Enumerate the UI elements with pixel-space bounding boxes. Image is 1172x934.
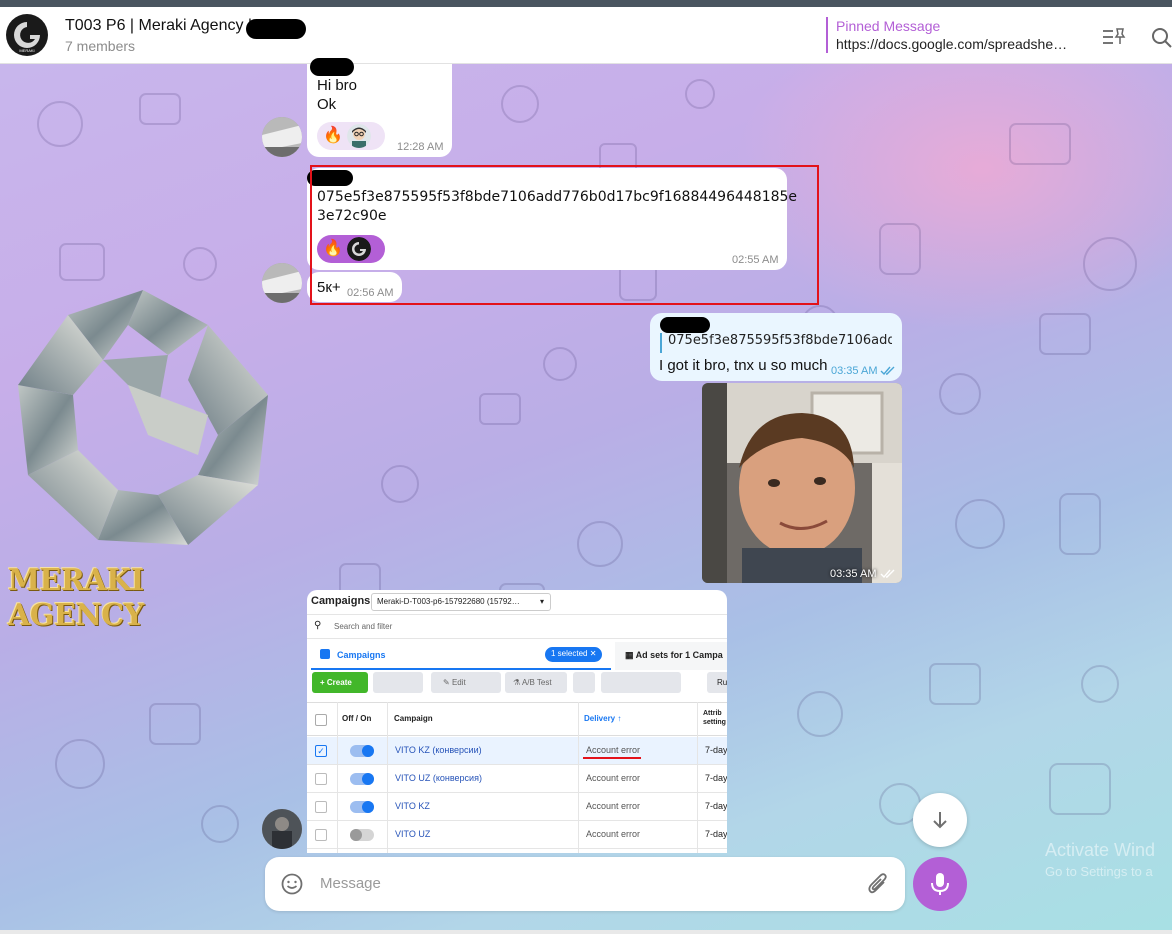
- pinned-list-icon[interactable]: [1102, 27, 1126, 52]
- message-bubble[interactable]: Hi bro Ok 🔥 12:28 AM: [307, 58, 452, 157]
- shot-tab-campaigns: Campaigns: [337, 650, 386, 660]
- meraki-logo: MERAKI AGENCY: [8, 285, 298, 633]
- pinned-text: https://docs.google.com/spreadshe…: [836, 36, 1068, 52]
- reply-quote[interactable]: 075e5f3e875595f53f8bde7106add7…: [660, 333, 892, 353]
- shot-table-row: VITO UZ Account error 7-day: [307, 821, 727, 849]
- shot-col-attribution: Attrib setting: [703, 710, 726, 726]
- double-check-icon: [880, 569, 895, 579]
- shot-tab-adsets: ▦ Ad sets for 1 Campa: [625, 650, 723, 660]
- group-avatar[interactable]: MERAKI: [6, 14, 48, 56]
- redaction-mark: [310, 58, 354, 76]
- member-count: 7 members: [65, 38, 136, 54]
- fire-reaction-icon: 🔥: [323, 127, 343, 144]
- message-text: Hi bro Ok: [317, 77, 358, 113]
- sender-avatar[interactable]: [262, 117, 302, 157]
- shot-ab-test: ⚗ A/B Test: [505, 672, 567, 693]
- shot-title: Campaigns: [311, 595, 371, 607]
- message-text: I got it bro, tnx u so much: [659, 357, 828, 374]
- highlight-box: [310, 165, 819, 305]
- shot-search: Search and filter: [334, 622, 393, 631]
- shot-col-delivery: Delivery ↑: [584, 714, 622, 723]
- photo-message[interactable]: 03:35 AM: [702, 383, 902, 583]
- attach-icon[interactable]: [867, 872, 889, 896]
- activation-watermark-sub: Go to Settings to a: [1045, 864, 1153, 879]
- bottom-bar: [0, 930, 1172, 934]
- shot-ru: Ru: [707, 672, 727, 693]
- child-photo: [702, 383, 902, 583]
- voice-record-button[interactable]: [913, 857, 967, 911]
- reply-text: 075e5f3e875595f53f8bde7106add7…: [668, 333, 892, 348]
- pinned-message[interactable]: Pinned Message https://docs.google.com/s…: [826, 17, 1076, 53]
- reactor-avatar: [346, 124, 371, 148]
- arrow-down-icon: [933, 812, 947, 829]
- shot-col-onoff: Off / On: [342, 714, 372, 723]
- message-input[interactable]: Message: [320, 875, 381, 892]
- reaction-chip[interactable]: 🔥: [317, 122, 385, 150]
- account-select: Meraki-D-T003-p6-157922680 (15792… ▾: [371, 593, 551, 611]
- search-icon[interactable]: [1151, 27, 1172, 54]
- emoji-icon[interactable]: [281, 873, 303, 895]
- outgoing-message-bubble[interactable]: 075e5f3e875595f53f8bde7106add7… I got it…: [650, 313, 902, 381]
- shot-table-row: VITO UZ (конверсия) Account error 7-day: [307, 765, 727, 793]
- microphone-icon: [931, 873, 949, 895]
- sender-avatar[interactable]: [262, 263, 302, 303]
- message-composer[interactable]: Message: [265, 857, 905, 911]
- sender-avatar[interactable]: [262, 809, 302, 849]
- double-check-icon: [880, 366, 895, 376]
- shot-search-icon: ⚲: [314, 620, 322, 631]
- ads-manager-screenshot[interactable]: Campaigns Meraki-D-T003-p6-157922680 (15…: [307, 590, 727, 853]
- shot-table-row: ✓ VITO KZ (конверсии) Account error 7-da…: [307, 737, 727, 765]
- message-time: 12:28 AM: [397, 141, 444, 153]
- chat-title[interactable]: T003 P6 | Meraki Agency |: [65, 17, 252, 35]
- window-top-bar: [0, 0, 1172, 7]
- shot-col-campaign: Campaign: [394, 714, 433, 723]
- svg-text:MERAKI: MERAKI: [19, 48, 34, 53]
- shot-table-row: VITO KZ Account error 7-day: [307, 793, 727, 821]
- chat-header: MERAKI T003 P6 | Meraki Agency | 7 membe…: [0, 7, 1172, 64]
- redaction-mark: [246, 19, 306, 39]
- message-time: 03:35 AM: [831, 365, 878, 377]
- shot-selected-badge: 1 selected ✕: [545, 647, 603, 662]
- shot-edit: ✎ Edit: [431, 672, 501, 693]
- redaction-mark: [660, 317, 710, 333]
- pinned-label: Pinned Message: [836, 18, 941, 34]
- logo-text: MERAKI AGENCY: [8, 563, 144, 633]
- shot-create: + Create: [312, 672, 368, 693]
- activation-watermark: Activate Wind: [1045, 840, 1156, 860]
- photo-time: 03:35 AM: [830, 568, 877, 580]
- scroll-down-button[interactable]: [913, 793, 967, 847]
